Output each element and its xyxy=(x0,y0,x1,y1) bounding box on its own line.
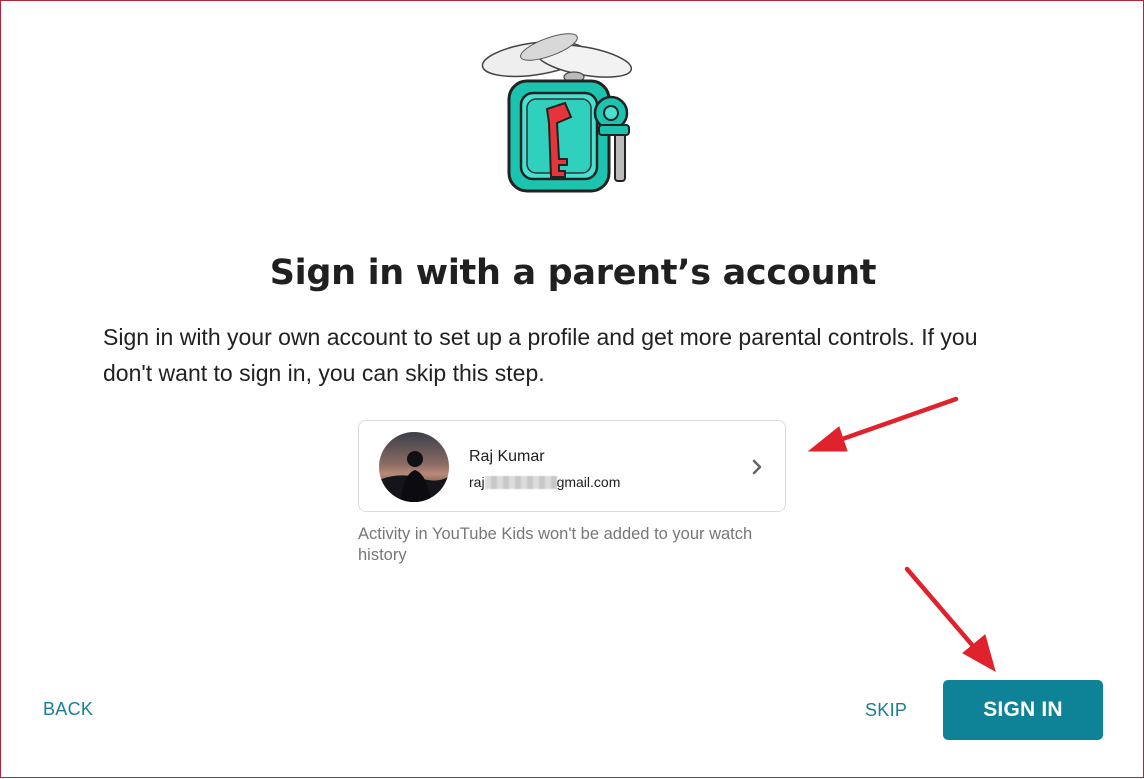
watch-history-note: Activity in YouTube Kids won't be added … xyxy=(358,525,753,564)
chevron-right-icon xyxy=(747,457,767,477)
page-description: Sign in with your own account to set up … xyxy=(103,324,978,386)
page-title: Sign in with a parent’s account xyxy=(269,253,877,293)
account-card[interactable]: Raj Kumar raj gmail.com xyxy=(358,420,786,512)
arrow-to-signin-icon xyxy=(904,566,996,673)
key-robot-illustration-icon xyxy=(479,31,649,201)
email-prefix: raj xyxy=(469,474,485,490)
email-redaction xyxy=(484,476,557,489)
avatar-silhouette-icon xyxy=(379,432,449,502)
account-name: Raj Kumar xyxy=(469,448,545,465)
email-suffix: gmail.com xyxy=(556,474,621,490)
skip-button[interactable]: SKIP xyxy=(865,700,907,721)
back-button[interactable]: BACK xyxy=(43,699,93,720)
sign-in-button[interactable]: SIGN IN xyxy=(943,680,1103,740)
avatar xyxy=(379,432,449,502)
arrow-to-account-icon xyxy=(807,396,959,452)
account-email: raj gmail.com xyxy=(469,474,620,490)
dialog-frame: Sign in with a parent’s account Sign in … xyxy=(0,0,1144,778)
